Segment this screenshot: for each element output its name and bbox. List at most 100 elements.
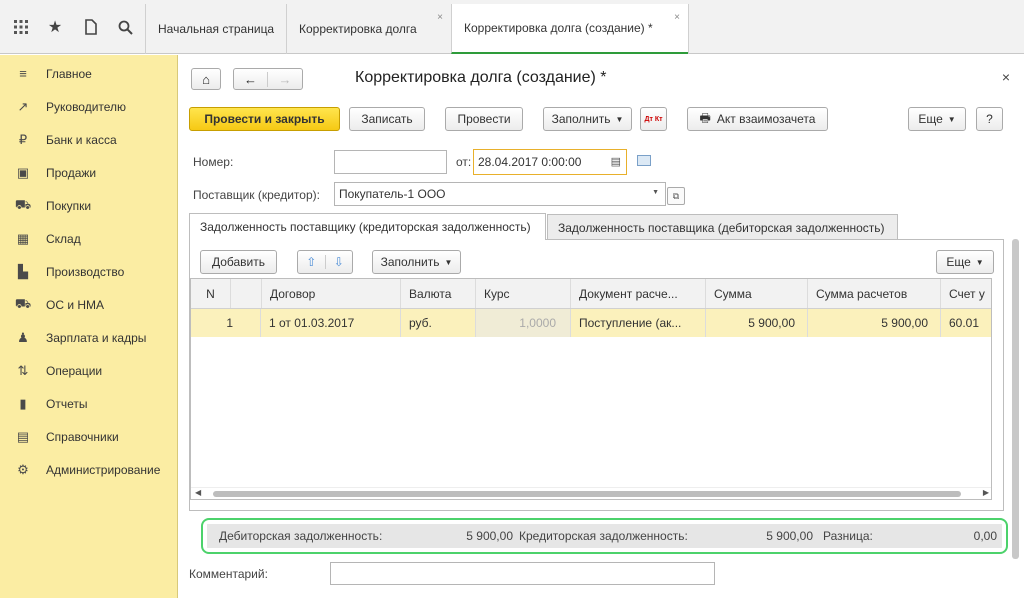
dt-kt-icon: Дт Кт (644, 115, 663, 123)
sidebar-item-catalogs[interactable]: ▤ Справочники (0, 420, 178, 453)
post-and-close-button[interactable]: Провести и закрыть (189, 107, 340, 131)
column-header[interactable]: Счет у (941, 279, 991, 308)
info-card-icon[interactable] (637, 155, 651, 166)
apps-grid-icon[interactable] (4, 0, 38, 54)
tab-label: Начальная страница (158, 22, 275, 36)
table-cell[interactable]: 60.01 (941, 309, 991, 337)
forward-arrow-icon[interactable]: → (268, 72, 302, 87)
sidebar: ≡ Главное ↗ Руководителю ₽ Банк и касса … (0, 55, 178, 598)
supplier-label: Поставщик (кредитор): (193, 188, 320, 202)
sidebar-item-production[interactable]: ▙ Производство (0, 255, 178, 288)
vertical-scrollbar[interactable] (1012, 159, 1019, 559)
column-header[interactable]: N (191, 279, 231, 308)
dt-kt-button[interactable]: Дт Кт (640, 107, 667, 131)
column-header[interactable]: Валюта (401, 279, 476, 308)
comment-input[interactable] (330, 562, 715, 585)
column-header[interactable]: Договор (261, 279, 401, 308)
sidebar-item-label: Зарплата и кадры (46, 330, 147, 345)
sidebar-item-label: ОС и НМА (46, 297, 105, 312)
date-value: 28.04.2017 0:00:00 (478, 155, 582, 169)
sidebar-item-fixed-assets[interactable]: ⛟ ОС и НМА (0, 288, 178, 321)
sidebar-item-manager[interactable]: ↗ Руководителю (0, 90, 178, 123)
scroll-left-icon[interactable]: ◀ (195, 488, 201, 497)
tab-creditor-debt[interactable]: Задолженность поставщику (кредиторская з… (189, 213, 546, 240)
sidebar-item-operations[interactable]: ⇅ Операции (0, 354, 178, 387)
search-icon[interactable] (108, 0, 142, 54)
more-dropdown-button[interactable]: Еще ▼ (908, 107, 966, 131)
table-more-dropdown-button[interactable]: Еще ▼ (936, 250, 994, 274)
tab-debt-adjustment-create[interactable]: Корректировка долга (создание) * × (451, 4, 688, 54)
tab-close-icon[interactable]: × (437, 12, 443, 23)
cart-icon: ⛟ (14, 196, 32, 212)
move-down-icon[interactable]: ⇩ (326, 255, 353, 269)
tab-label: Корректировка долга (создание) * (464, 21, 653, 35)
sidebar-item-payroll[interactable]: ♟ Зарплата и кадры (0, 321, 178, 354)
sidebar-item-label: Покупки (46, 198, 92, 213)
ruble-icon: ₽ (18, 131, 28, 147)
add-button[interactable]: Добавить (200, 250, 277, 274)
sidebar-item-admin[interactable]: ⚙ Администрирование (0, 453, 178, 486)
table-cell[interactable]: руб. (401, 309, 476, 337)
table-cell[interactable]: 5 900,00 (706, 309, 808, 337)
document-form: ⌂ ← → Корректировка долга (создание) * ×… (179, 55, 1024, 598)
table-cell[interactable]: 1 (191, 309, 261, 337)
number-input[interactable] (334, 150, 447, 174)
tab-close-icon[interactable]: × (674, 12, 680, 23)
column-header[interactable]: Документ расче... (571, 279, 706, 308)
dropdown-arrow-icon: ▼ (444, 257, 453, 267)
sidebar-item-warehouse[interactable]: ▦ Склад (0, 222, 178, 255)
sidebar-item-label: Справочники (46, 429, 119, 444)
history-icon[interactable] (74, 0, 108, 54)
fill-dropdown-button[interactable]: Заполнить ▼ (543, 107, 632, 131)
scroll-right-icon[interactable]: ▶ (983, 488, 989, 497)
table-cell[interactable]: 1,0000 (476, 309, 571, 337)
sidebar-item-main[interactable]: ≡ Главное (0, 57, 178, 90)
sidebar-item-label: Отчеты (46, 396, 88, 411)
open-icon[interactable]: ⧉ (667, 187, 685, 205)
tab-debt-adjustment[interactable]: Корректировка долга × (286, 4, 451, 54)
credit-value: 5 900,00 (766, 529, 813, 543)
gear-icon: ⚙ (17, 461, 29, 477)
table-cell[interactable]: 1 от 01.03.2017 (261, 309, 401, 337)
printer-icon: 🖶 (699, 110, 711, 125)
post-button[interactable]: Провести (445, 107, 523, 131)
sidebar-item-purchases[interactable]: ⛟ Покупки (0, 189, 178, 222)
back-arrow-icon[interactable]: ← (234, 71, 268, 87)
column-header[interactable]: Сумма расчетов (808, 279, 941, 308)
table-fill-dropdown-button[interactable]: Заполнить ▼ (372, 250, 461, 274)
close-icon[interactable]: × (1002, 69, 1010, 85)
number-label: Номер: (193, 155, 234, 169)
offset-act-label: Акт взаимозачета (716, 112, 816, 126)
help-button[interactable]: ? (976, 107, 1003, 131)
book-icon: ▤ (16, 428, 30, 444)
tab-home[interactable]: Начальная страница (145, 4, 286, 54)
calendar-icon[interactable]: ▤ (611, 155, 621, 168)
table-cell[interactable]: 5 900,00 (808, 309, 941, 337)
table-row[interactable]: 1 1 от 01.03.2017 руб. 1,0000 Поступлени… (191, 309, 991, 337)
date-input[interactable]: 28.04.2017 0:00:00 ▤ (473, 149, 627, 175)
column-header[interactable]: Сумма (706, 279, 808, 308)
save-button[interactable]: Записать (349, 107, 425, 131)
dropdown-arrow-icon[interactable]: ▼ (652, 189, 659, 196)
more-label: Еще (918, 112, 943, 126)
supplier-input[interactable]: Покупатель-1 ООО ▼ (334, 182, 666, 206)
home-button[interactable]: ⌂ (191, 68, 221, 90)
sidebar-item-reports[interactable]: ▮ Отчеты (0, 387, 178, 420)
scrollbar-thumb[interactable] (1012, 239, 1019, 559)
sidebar-item-sales[interactable]: ▣ Продажи (0, 156, 178, 189)
column-header[interactable]: Курс (476, 279, 571, 308)
move-up-icon[interactable]: ⇧ (298, 255, 326, 269)
favorites-star-icon[interactable]: ★ (38, 0, 72, 54)
sidebar-item-bank[interactable]: ₽ Банк и касса (0, 123, 178, 156)
debit-value: 5 900,00 (466, 529, 513, 543)
comment-label: Комментарий: (189, 567, 268, 581)
sidebar-item-label: Руководителю (46, 99, 127, 114)
offset-act-button[interactable]: 🖶 Акт взаимозачета (687, 107, 828, 131)
tab-debtor-debt[interactable]: Задолженность поставщика (дебиторская за… (547, 214, 898, 240)
trend-icon: ↗ (17, 98, 29, 114)
table-cell[interactable]: Поступление (ак... (571, 309, 706, 337)
horizontal-scrollbar[interactable]: ◀ ▶ (191, 487, 991, 499)
scrollbar-thumb[interactable] (213, 491, 961, 497)
dropdown-arrow-icon: ▼ (975, 257, 984, 267)
sidebar-item-label: Банк и касса (46, 132, 117, 147)
